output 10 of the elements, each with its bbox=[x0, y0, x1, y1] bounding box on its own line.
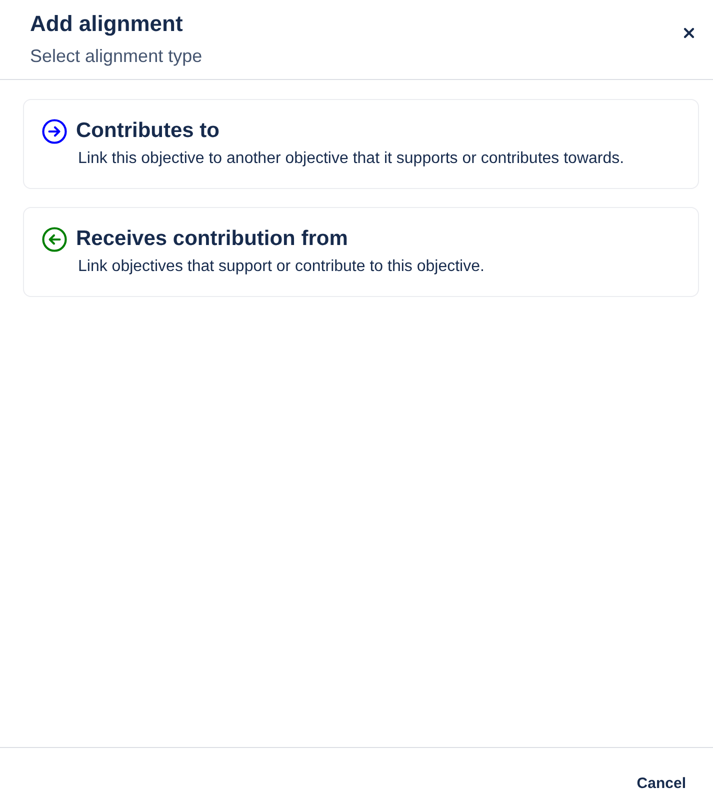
dialog-title: Add alignment bbox=[30, 10, 184, 38]
option-title: Receives contribution from bbox=[76, 226, 348, 252]
cancel-button[interactable]: Cancel bbox=[628, 770, 694, 798]
option-title: Contributes to bbox=[76, 118, 220, 144]
option-description: Link this objective to another objective that it supports or contributes towards. bbox=[78, 149, 626, 169]
close-icon[interactable] bbox=[681, 25, 697, 41]
option-description: Link objectives that support or contribute to this objective. bbox=[78, 257, 486, 277]
alignment-option-card[interactable]: Contributes to Link this objective to another objective that it supports or contributes towards. bbox=[23, 99, 699, 189]
alignment-option-card[interactable]: Receives contribution from Link objectives that support or contribute to this objective. bbox=[23, 207, 699, 297]
dialog-subtitle: Select alignment type bbox=[30, 45, 202, 68]
